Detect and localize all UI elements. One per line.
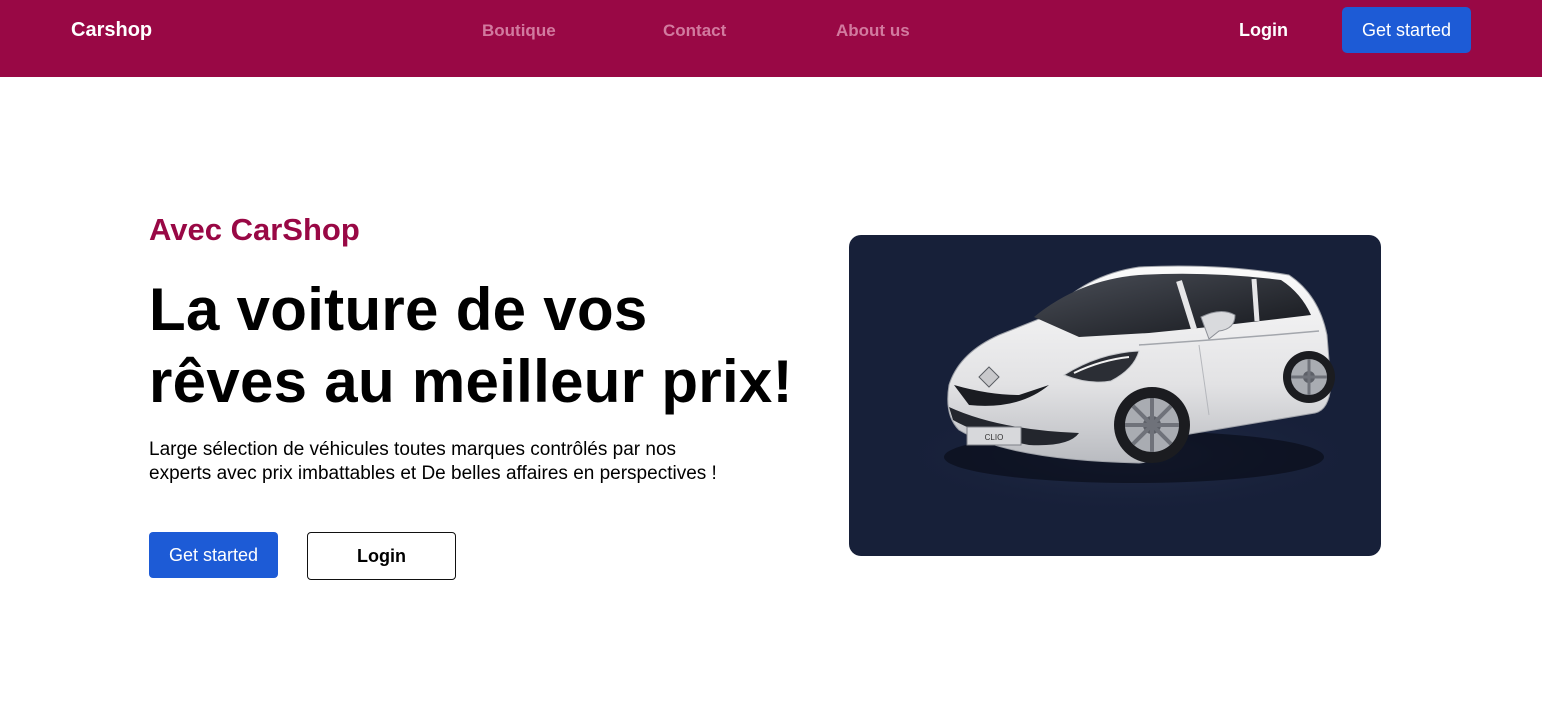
hero-eyebrow: Avec CarShop (149, 212, 360, 247)
brand-logo[interactable]: Carshop (71, 18, 152, 42)
hero-description-line-1: Large sélection de véhicules toutes marq… (149, 439, 677, 460)
top-navbar: Carshop Boutique Contact About us Login … (0, 0, 1542, 77)
hero-get-started-button[interactable]: Get started (149, 532, 278, 578)
hero-description: Large sélection de véhicules toutes marq… (149, 438, 829, 486)
car-plate-text: CLIO (985, 433, 1004, 442)
nav-link-boutique[interactable]: Boutique (482, 20, 556, 42)
hero-headline: La voiture de vos rêves au meilleur prix… (149, 274, 829, 418)
nav-login-link[interactable]: Login (1239, 19, 1288, 41)
hero-login-button[interactable]: Login (307, 532, 456, 580)
hero-headline-line-1: La voiture de vos (149, 276, 648, 343)
nav-link-contact[interactable]: Contact (663, 20, 726, 42)
nav-link-about-us[interactable]: About us (836, 20, 910, 42)
car-illustration: CLIO (889, 265, 1369, 515)
hero-description-line-2: experts avec prix imbattables et De bell… (149, 463, 717, 484)
hero-car-image: CLIO (849, 235, 1381, 556)
nav-get-started-button[interactable]: Get started (1342, 7, 1471, 53)
hero-headline-line-2: rêves au meilleur prix! (149, 348, 793, 415)
